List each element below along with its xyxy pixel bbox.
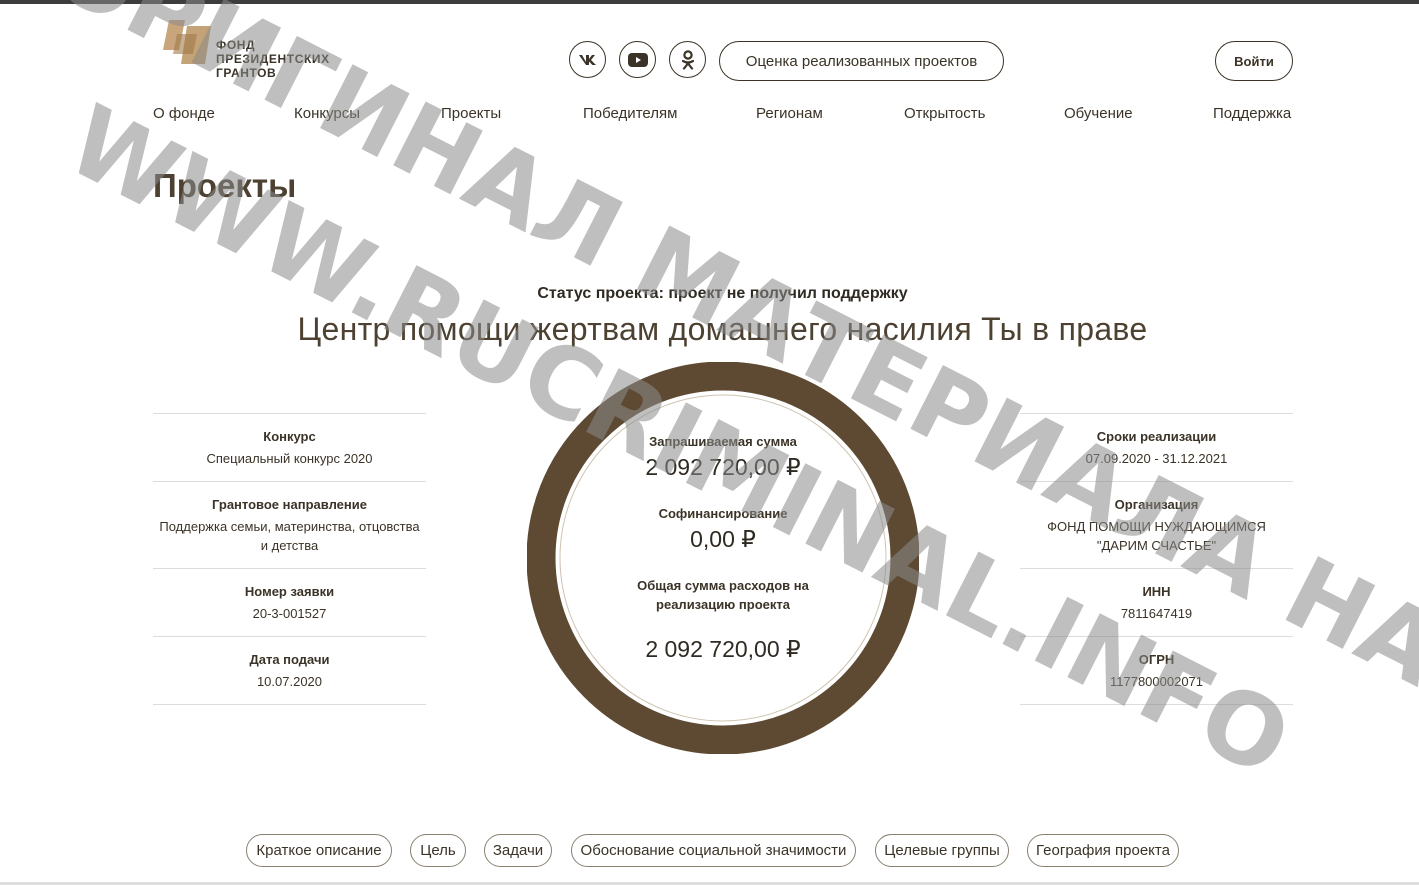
info-organization: Организация ФОНД ПОМОЩИ НУЖДАЮЩИМСЯ "ДАР…: [1020, 482, 1293, 569]
info-value: 7811647419: [1120, 606, 1193, 621]
odnoklassniki-button[interactable]: [669, 41, 706, 78]
info-value: ФОНД ПОМОЩИ НУЖДАЮЩИМСЯ "ДАРИМ СЧАСТЬЕ": [1047, 519, 1266, 553]
info-label: ОГРН: [1138, 652, 1175, 667]
youtube-icon: [627, 52, 648, 67]
info-contest: Конкурс Специальный конкурс 2020: [153, 414, 426, 482]
tab-target-groups[interactable]: Целевые группы: [875, 834, 1009, 867]
info-application-number: Номер заявки 20-3-001527: [153, 569, 426, 637]
project-info-right: Сроки реализации 07.09.2020 - 31.12.2021…: [1020, 413, 1293, 705]
top-border: [0, 0, 1419, 4]
tab-tasks[interactable]: Задачи: [484, 834, 552, 867]
logo-line: ГРАНТОВ: [216, 66, 277, 80]
vk-icon: [578, 54, 596, 65]
vk-button[interactable]: [569, 41, 606, 78]
youtube-button[interactable]: [619, 41, 656, 78]
requested-amount-value: 2 092 720,00 ₽: [645, 454, 801, 480]
main-nav: О фонде Конкурсы Проекты Победителям Рег…: [153, 105, 1293, 125]
nav-item-contests[interactable]: Конкурсы: [294, 105, 360, 122]
info-implementation-period: Сроки реализации 07.09.2020 - 31.12.2021: [1020, 414, 1293, 482]
info-value: Специальный конкурс 2020: [206, 451, 373, 466]
requested-amount-label: Запрашиваемая сумма: [649, 434, 797, 449]
info-label: Дата подачи: [249, 652, 330, 667]
project-info-left: Конкурс Специальный конкурс 2020 Грантов…: [153, 413, 426, 705]
info-inn: ИНН 7811647419: [1020, 569, 1293, 637]
info-label: Конкурс: [263, 429, 316, 444]
project-name: Центр помощи жертвам домашнего насилия Т…: [297, 311, 1148, 347]
nav-item-support[interactable]: Поддержка: [1213, 105, 1291, 122]
tab-project-geography[interactable]: География проекта: [1027, 834, 1179, 867]
nav-item-regions[interactable]: Регионам: [756, 105, 823, 122]
info-value: 20-3-001527: [252, 606, 327, 621]
nav-item-projects[interactable]: Проекты: [441, 105, 501, 122]
project-section-tabs: Краткое описание Цель Задачи Обоснование…: [0, 834, 1419, 867]
info-value: Поддержка семьи, материнства, отцовства …: [159, 519, 420, 553]
logo-line: ФОНД: [216, 38, 256, 52]
info-label: Номер заявки: [244, 584, 335, 599]
nav-item-education[interactable]: Обучение: [1064, 105, 1133, 122]
total-amount-label: Общая сумма расходов на реализацию проек…: [637, 578, 809, 612]
total-amount-value: 2 092 720,00 ₽: [645, 636, 801, 662]
project-status: Статус проекта: проект не получил поддер…: [537, 285, 908, 302]
logo-mark-icon: [163, 20, 211, 64]
cofinancing-label: Софинансирование: [658, 506, 788, 521]
nav-item-winners[interactable]: Победителям: [583, 105, 677, 122]
info-value: 07.09.2020 - 31.12.2021: [1085, 451, 1228, 466]
info-label: Грантовое направление: [212, 497, 367, 512]
logo[interactable]: ФОНД ПРЕЗИДЕНТСКИХ ГРАНТОВ: [163, 20, 353, 84]
info-value: 1177800002071: [1109, 674, 1204, 689]
page-title: Проекты: [153, 167, 297, 204]
nav-item-about[interactable]: О фонде: [153, 105, 215, 122]
info-label: Организация: [1114, 497, 1199, 512]
info-submission-date: Дата подачи 10.07.2020: [153, 637, 426, 705]
logo-line: ПРЕЗИДЕНТСКИХ: [216, 52, 330, 66]
info-label: Сроки реализации: [1096, 429, 1217, 444]
evaluate-projects-button[interactable]: Оценка реализованных проектов: [719, 41, 1004, 81]
cofinancing-value: 0,00 ₽: [690, 526, 756, 552]
tab-short-description[interactable]: Краткое описание: [246, 834, 392, 867]
finance-summary: Запрашиваемая сумма 2 092 720,00 ₽ Софин…: [577, 362, 869, 754]
tab-social-significance[interactable]: Обоснование социальной значимости: [571, 834, 856, 867]
odnoklassniki-icon: [681, 49, 694, 70]
tab-goal[interactable]: Цель: [410, 834, 466, 867]
nav-item-openness[interactable]: Открытость: [904, 105, 985, 122]
info-label: ИНН: [1142, 584, 1171, 599]
info-value: 10.07.2020: [256, 674, 323, 689]
login-button[interactable]: Войти: [1215, 41, 1293, 81]
logo-text: ФОНД ПРЕЗИДЕНТСКИХ ГРАНТОВ: [216, 38, 356, 80]
info-ogrn: ОГРН 1177800002071: [1020, 637, 1293, 705]
info-grant-direction: Грантовое направление Поддержка семьи, м…: [153, 482, 426, 569]
